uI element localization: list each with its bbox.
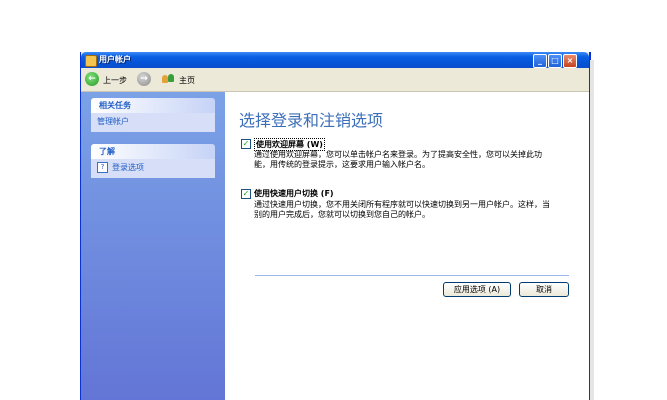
apply-options-button[interactable]: 应用选项 (A) (443, 282, 511, 297)
main-content: 选择登录和注销选项 ✓ 使用欢迎屏幕 (W) 通过使用欢迎屏幕，您可以单击帐户名… (225, 92, 589, 400)
related-tasks-header: 相关任务 (91, 98, 215, 113)
home-button-label[interactable]: 主页 (179, 75, 195, 86)
close-button[interactable]: × (563, 54, 577, 68)
welcome-screen-checkbox[interactable]: ✓ (241, 139, 251, 149)
window-title: 用户帐户 (99, 55, 131, 64)
manage-accounts-link[interactable]: 管理帐户 (97, 117, 129, 126)
users-home-icon[interactable] (162, 73, 176, 85)
user-accounts-icon (85, 55, 97, 67)
fast-user-switching-label[interactable]: 使用快速用户切换 (F) (254, 188, 334, 199)
task-sidebar: 相关任务 管理帐户 了解 ? 登录选项 (81, 92, 225, 400)
divider (255, 275, 569, 276)
forward-arrow-icon[interactable]: → (137, 72, 151, 86)
maximize-button[interactable]: □ (548, 54, 562, 68)
help-icon: ? (97, 162, 108, 173)
user-accounts-window: 用户帐户 _ □ × ← 上一步 → 主页 相关任务 管理帐户 了解 ? 登录选项… (80, 52, 591, 400)
welcome-screen-description: 通过使用欢迎屏幕，您可以单击帐户名来登录。为了提高安全性，您可以关掉此功 能，用… (254, 150, 542, 169)
related-tasks-panel: 相关任务 管理帐户 (91, 98, 215, 132)
back-button-label[interactable]: 上一步 (103, 75, 127, 86)
learn-header: 了解 (91, 144, 215, 159)
learn-panel: 了解 ? 登录选项 (91, 144, 215, 178)
minimize-button[interactable]: _ (533, 54, 547, 68)
back-arrow-icon[interactable]: ← (85, 72, 99, 86)
logon-options-link[interactable]: 登录选项 (112, 163, 144, 172)
page-title: 选择登录和注销选项 (239, 111, 384, 130)
navigation-bar: ← 上一步 → 主页 (81, 69, 589, 92)
title-bar[interactable]: 用户帐户 _ □ × (81, 52, 589, 68)
cancel-button[interactable]: 取消 (519, 282, 569, 297)
fast-user-switching-checkbox[interactable]: ✓ (241, 189, 251, 199)
background-window-edge (590, 60, 594, 400)
fast-user-switching-description: 通过快速用户切换，您不用关闭所有程序就可以快速切换到另一用户帐户。这样，当 别的… (254, 200, 550, 219)
